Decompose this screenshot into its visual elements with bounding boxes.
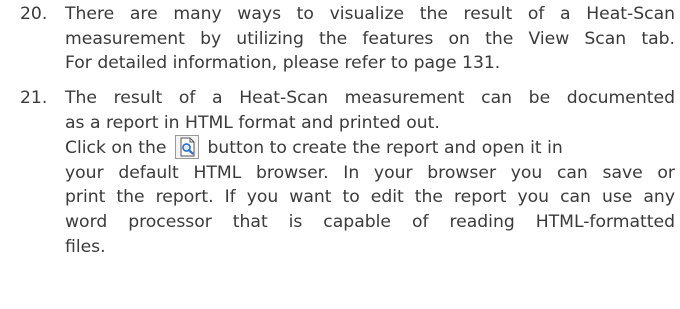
step-line: The result of a Heat-Scan measurement ca… xyxy=(65,88,675,108)
step-line: as a report in HTML format and printed o… xyxy=(65,112,440,133)
step-line: files. xyxy=(65,236,106,257)
click-instruction-pre: Click on the xyxy=(65,138,167,159)
step-line: print the report. If you want to edit th… xyxy=(65,187,675,208)
step-line: For detailed information, please refer t… xyxy=(65,53,501,74)
step-line: There are many ways to visualize the res… xyxy=(65,4,675,24)
step-line: measurement by utilizing the features on… xyxy=(65,28,675,49)
step-line: your default HTML browser. In your brows… xyxy=(65,162,675,183)
manual-page: 20. There are many ways to visualize the… xyxy=(0,0,680,309)
step-text: The result of a Heat-Scan measurement ca… xyxy=(65,86,675,259)
report-preview-icon[interactable] xyxy=(174,135,199,160)
click-instruction-post: button to create the report and open it … xyxy=(207,138,563,159)
step-line: word processor that is capable of readin… xyxy=(65,211,675,232)
step-line-with-button: Click on the button to create the report… xyxy=(65,135,675,161)
step-number: 20. xyxy=(20,4,48,24)
step-number: 21. xyxy=(20,88,48,108)
step-text: There are many ways to visualize the res… xyxy=(65,2,675,76)
